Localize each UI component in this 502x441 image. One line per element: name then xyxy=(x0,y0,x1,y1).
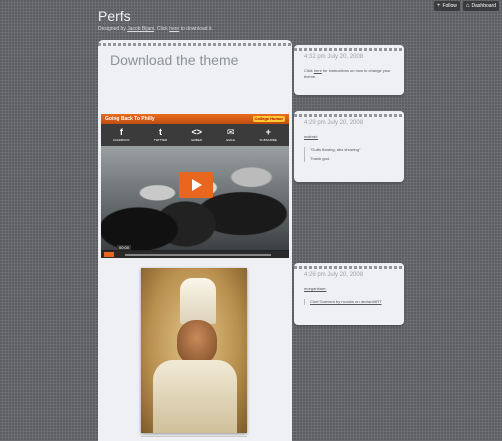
home-icon: ⌂ xyxy=(465,3,470,9)
follow-button[interactable]: + Follow xyxy=(433,1,460,11)
follow-label: Follow xyxy=(442,3,457,9)
chef-photo[interactable] xyxy=(141,268,247,433)
twitter-label: TWITTER xyxy=(153,138,168,142)
email-label: EMAIL xyxy=(226,138,236,142)
email-button[interactable]: ✉ EMAIL xyxy=(226,127,236,143)
post-date[interactable]: 4:26 pm July 20, 2008 xyxy=(304,272,363,278)
quote-block: Chef Guevera by ncooks on deviantART xyxy=(304,299,398,305)
post-body: Click here for instructions on how to ch… xyxy=(304,68,398,80)
source-link[interactable]: malmei: xyxy=(304,134,318,140)
embed-label: EMBED xyxy=(191,138,203,142)
chef-face-shape xyxy=(177,320,217,364)
stitch-divider xyxy=(294,266,404,269)
facebook-icon: f xyxy=(119,127,123,137)
note-post-1: 4:32 pm July 20, 2008 Click here for ins… xyxy=(294,45,404,95)
video-control-bar xyxy=(101,251,289,258)
post-body: malmei: "Gutts flowing, abs showing" Tha… xyxy=(304,134,398,162)
stitch-divider xyxy=(294,48,404,51)
embed-icon: <> xyxy=(191,127,202,137)
subscribe-label: SUBSCRIBE xyxy=(259,138,277,142)
photo-divider xyxy=(141,436,247,437)
instructions-link[interactable]: here xyxy=(314,68,322,73)
video-brand-logo[interactable]: College Humor xyxy=(252,116,285,122)
facebook-label: FACEBOOK xyxy=(113,138,130,142)
facebook-share-button[interactable]: f FACEBOOK xyxy=(113,127,130,143)
embed-button[interactable]: <> EMBED xyxy=(191,127,203,143)
dashboard-button[interactable]: ⌂ Dashboard xyxy=(462,1,499,11)
designer-link[interactable]: Jacob Bijani xyxy=(127,26,154,32)
video-thumbnail[interactable] xyxy=(101,146,289,250)
post-body: morganbam: Chef Guevera by ncooks on dev… xyxy=(304,286,398,305)
download-link[interactable]: here xyxy=(169,26,179,32)
twitter-share-button[interactable]: t TWITTER xyxy=(153,127,168,143)
subscribe-icon: + xyxy=(265,127,271,137)
video-title[interactable]: Going Back To Philly xyxy=(105,116,155,122)
twitter-icon: t xyxy=(159,127,163,137)
quote-text: "Gutts flowing, abs showing" xyxy=(310,147,361,152)
plus-icon: + xyxy=(436,3,441,9)
chef-coat-shape xyxy=(153,360,237,433)
post-date[interactable]: 4:32 pm July 20, 2008 xyxy=(304,54,363,60)
play-icon[interactable] xyxy=(179,172,213,198)
site-subtitle: Designed by Jacob Bijani. Click here to … xyxy=(98,26,213,32)
video-progress-track[interactable] xyxy=(125,254,271,256)
subscribe-button[interactable]: + SUBSCRIBE xyxy=(259,127,277,143)
top-controls: + Follow ⌂ Dashboard xyxy=(433,1,499,11)
video-player[interactable]: Going Back To Philly College Humor f FAC… xyxy=(101,114,289,258)
stitch-divider xyxy=(98,43,292,46)
chef-hat-shape xyxy=(180,278,216,324)
download-text: to download it. xyxy=(180,26,213,32)
stitch-divider xyxy=(294,114,404,117)
video-header: Going Back To Philly College Humor xyxy=(101,114,289,124)
body-text: Click xyxy=(304,68,313,73)
dashboard-label: Dashboard xyxy=(471,3,496,9)
caption-link[interactable]: Chef Guevera by ncooks on deviantART xyxy=(310,299,382,304)
email-icon: ✉ xyxy=(227,127,235,137)
post-date[interactable]: 4:29 pm July 20, 2008 xyxy=(304,120,363,126)
video-share-bar: f FACEBOOK t TWITTER <> EMBED ✉ EMAIL + … xyxy=(101,124,289,146)
video-time: 00:00 xyxy=(117,245,132,250)
note-post-3: 4:26 pm July 20, 2008 morganbam: Chef Gu… xyxy=(294,263,404,325)
post-title[interactable]: Download the theme xyxy=(110,52,238,68)
site-title[interactable]: Perfs xyxy=(98,8,131,24)
main-column: Download the theme Going Back To Philly … xyxy=(98,40,292,441)
reply-text: Thank god. xyxy=(310,156,331,161)
click-text: . Click xyxy=(154,26,168,32)
play-pause-button[interactable] xyxy=(104,252,114,257)
quote-block: "Gutts flowing, abs showing" Thank god. xyxy=(304,147,398,162)
source-link[interactable]: morganbam: xyxy=(304,286,326,292)
designed-by-text: Designed by xyxy=(98,26,126,32)
note-post-2: 4:29 pm July 20, 2008 malmei: "Gutts flo… xyxy=(294,111,404,182)
